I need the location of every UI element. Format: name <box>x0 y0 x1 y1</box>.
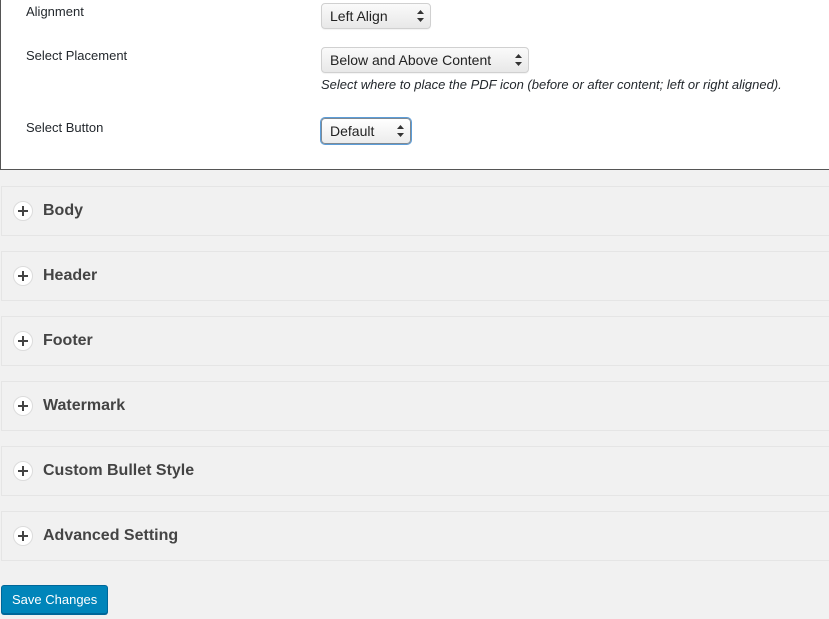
expand-plus-icon[interactable] <box>13 331 33 351</box>
general-settings-panel: Alignment Left Align Select Placement Be… <box>0 0 829 170</box>
expand-plus-icon[interactable] <box>13 461 33 481</box>
accordion-title: Body <box>43 202 83 219</box>
save-changes-button[interactable]: Save Changes <box>1 585 109 614</box>
expand-plus-icon[interactable] <box>13 396 33 416</box>
accordion-title: Advanced Setting <box>43 527 179 544</box>
accordion-footer[interactable]: Footer <box>1 316 829 366</box>
alignment-select[interactable]: Left Align <box>321 3 431 29</box>
placement-help-text: Select where to place the PDF icon (befo… <box>321 77 782 92</box>
expand-plus-icon[interactable] <box>13 201 33 221</box>
accordion-title: Footer <box>43 332 93 349</box>
expand-plus-icon[interactable] <box>13 526 33 546</box>
accordion-body[interactable]: Body <box>1 186 829 236</box>
expand-plus-icon[interactable] <box>13 266 33 286</box>
accordion-header[interactable]: Header <box>1 251 829 301</box>
placement-select-value: Below and Above Content <box>330 52 492 68</box>
alignment-label: Alignment <box>26 4 84 19</box>
select-arrows-icon <box>417 10 424 22</box>
placement-label: Select Placement <box>26 48 128 63</box>
select-arrows-icon <box>397 125 404 137</box>
placement-select[interactable]: Below and Above Content <box>321 47 529 73</box>
button-select[interactable]: Default <box>321 118 411 144</box>
select-arrows-icon <box>515 54 522 66</box>
accordion-title: Custom Bullet Style <box>43 462 195 479</box>
accordion-custom-bullet-style[interactable]: Custom Bullet Style <box>1 446 829 496</box>
button-select-value: Default <box>330 123 375 139</box>
accordion-watermark[interactable]: Watermark <box>1 381 829 431</box>
button-label: Select Button <box>26 120 104 135</box>
accordion-advanced-setting[interactable]: Advanced Setting <box>1 511 829 561</box>
alignment-select-value: Left Align <box>330 8 388 24</box>
accordion-title: Header <box>43 267 98 284</box>
accordion-title: Watermark <box>43 397 126 414</box>
